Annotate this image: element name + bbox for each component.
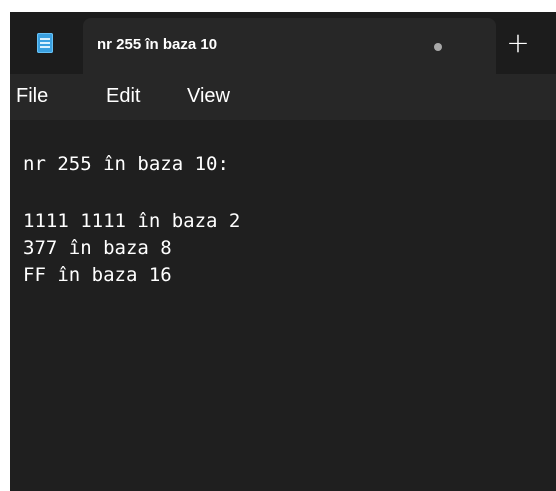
notepad-icon: [37, 33, 53, 53]
menu-edit[interactable]: Edit: [106, 85, 140, 108]
document-line: 377 în baza 8: [23, 237, 172, 259]
title-bar: nr 255 în baza 10 +: [10, 12, 556, 74]
text-editor[interactable]: nr 255 în baza 10: 1111 1111 în baza 2 3…: [10, 120, 556, 491]
menu-file[interactable]: File: [16, 85, 48, 108]
document-line: 1111 1111 în baza 2: [23, 210, 241, 232]
notepad-window: nr 255 în baza 10 + File Edit View nr 25…: [10, 12, 556, 491]
document-line: FF în baza 16: [23, 264, 172, 286]
document-tab[interactable]: nr 255 în baza 10: [83, 18, 496, 74]
unsaved-indicator-icon: [434, 43, 442, 51]
document-line: nr 255 în baza 10:: [23, 153, 229, 175]
menu-bar: File Edit View: [10, 74, 556, 120]
new-tab-button[interactable]: +: [500, 25, 536, 61]
menu-view[interactable]: View: [187, 85, 230, 108]
tab-title[interactable]: nr 255 în baza 10: [97, 36, 217, 53]
